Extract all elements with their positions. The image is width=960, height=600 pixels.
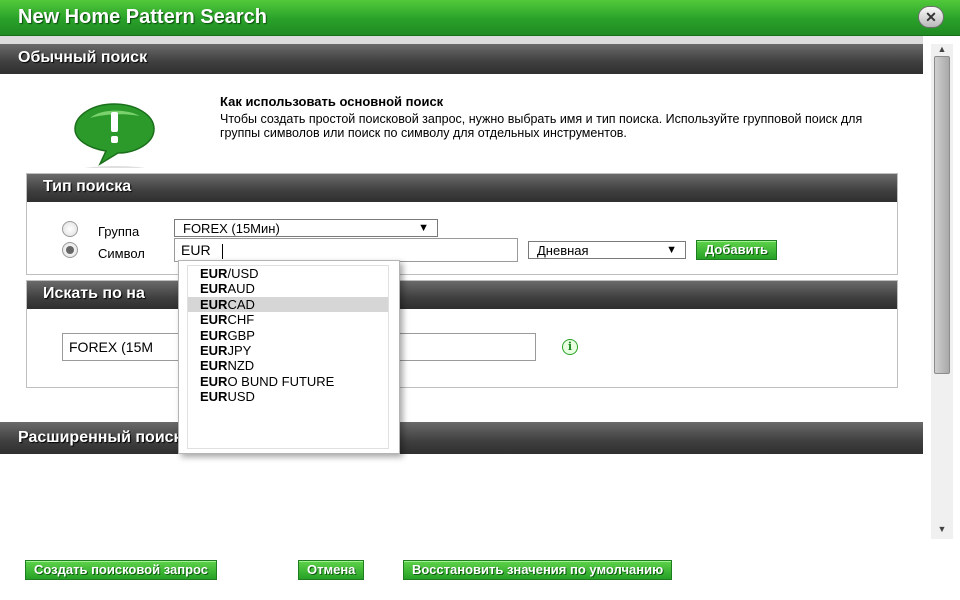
symbol-label: Символ	[98, 246, 145, 261]
close-button[interactable]: ✕	[918, 6, 944, 28]
autocomplete-item[interactable]: EURNZD	[188, 358, 388, 373]
symbol-autocomplete: EUR/USD EURAUD EURCAD EURCHF EURGBP EURJPY EUR…	[178, 260, 400, 454]
group-select[interactable]: FOREX (15Мин) ▼	[174, 219, 438, 237]
close-icon: ✕	[925, 9, 937, 25]
restore-defaults-button[interactable]: Восстановить значения по умолчанию	[403, 560, 673, 580]
autocomplete-item[interactable]: EURCHF	[188, 312, 388, 327]
autocomplete-item-prefix: EUR	[200, 389, 228, 405]
advanced-search-title: Расширенный поиск	[18, 429, 182, 446]
autocomplete-item-prefix: EUR	[200, 281, 228, 297]
name-search-title: Искать по на	[43, 285, 145, 302]
autocomplete-item-rest: AUD	[227, 281, 255, 297]
scrollbar[interactable]: ▲ ▼	[931, 44, 953, 539]
scroll-down-icon[interactable]: ▼	[931, 524, 953, 536]
group-select-value: FOREX (15Мин)	[183, 221, 280, 236]
name-search-value: FOREX (15M	[69, 339, 154, 355]
autocomplete-item[interactable]: EURCAD	[188, 296, 388, 313]
autocomplete-item-prefix: EUR	[200, 312, 228, 328]
scroll-up-icon[interactable]: ▲	[931, 44, 953, 56]
group-label: Группа	[98, 224, 140, 239]
autocomplete-item-prefix: EUR	[200, 327, 228, 343]
create-search-button[interactable]: Создать поисковой запрос	[25, 560, 218, 580]
cancel-button[interactable]: Отмена	[298, 560, 365, 580]
autocomplete-list: EUR/USD EURAUD EURCAD EURCHF EURGBP EURJPY EUR…	[187, 265, 389, 449]
autocomplete-item-rest: O BUND FUTURE	[227, 373, 335, 389]
search-type-title: Тип поиска	[43, 178, 132, 195]
title-bar: New Home Pattern Search ✕	[0, 0, 960, 36]
autocomplete-item-rest: JPY	[227, 342, 252, 358]
name-search-header: Искать по на	[27, 281, 897, 309]
dropdown-arrow-icon: ▼	[418, 222, 429, 234]
basic-search-header[interactable]: Обычный поиск	[0, 44, 923, 74]
symbol-input-value: EUR	[181, 242, 211, 258]
autocomplete-item[interactable]: EURAUD	[188, 281, 388, 296]
group-radio[interactable]	[62, 221, 78, 237]
search-type-header: Тип поиска	[27, 174, 897, 202]
autocomplete-item-prefix: EUR	[200, 296, 228, 312]
autocomplete-item-prefix: EUR	[200, 373, 228, 389]
autocomplete-item-rest: USD	[227, 389, 255, 405]
autocomplete-item-rest: GBP	[227, 327, 255, 343]
autocomplete-item[interactable]: EURO BUND FUTURE	[188, 374, 388, 389]
autocomplete-item[interactable]: EURGBP	[188, 328, 388, 343]
dropdown-arrow-icon: ▼	[666, 244, 677, 256]
exclamation-bubble-icon	[74, 103, 155, 168]
content-area: Обычный поиск Как использовать основной …	[0, 44, 923, 539]
advanced-search-header[interactable]: Расширенный поиск	[0, 422, 923, 454]
autocomplete-item[interactable]: EURJPY	[188, 343, 388, 358]
period-select[interactable]: Дневная ▼	[528, 241, 686, 259]
autocomplete-item-rest: CAD	[227, 296, 255, 312]
autocomplete-item-prefix: EUR	[200, 342, 228, 358]
top-strip	[0, 36, 923, 44]
autocomplete-item[interactable]: EURUSD	[188, 389, 388, 404]
symbol-input[interactable]: EUR	[174, 238, 518, 262]
text-cursor	[222, 244, 223, 259]
autocomplete-item-rest: CHF	[227, 312, 255, 328]
autocomplete-item-rest: /USD	[227, 266, 259, 281]
autocomplete-item-prefix: EUR	[200, 266, 228, 281]
scrollbar-thumb[interactable]	[934, 56, 950, 374]
autocomplete-item-prefix: EUR	[200, 358, 228, 374]
autocomplete-item[interactable]: EUR/USD	[188, 266, 388, 281]
info-text: Чтобы создать простой поисковой запрос, …	[220, 112, 863, 140]
info-title: Как использовать основной поиск	[220, 94, 444, 109]
autocomplete-item-rest: NZD	[227, 358, 255, 374]
period-select-value: Дневная	[537, 243, 589, 258]
add-button[interactable]: Добавить	[696, 240, 777, 260]
info-circle-icon[interactable]: i	[562, 339, 578, 355]
window-title: New Home Pattern Search	[18, 6, 267, 28]
symbol-radio[interactable]	[62, 242, 78, 258]
basic-search-title: Обычный поиск	[18, 49, 148, 66]
